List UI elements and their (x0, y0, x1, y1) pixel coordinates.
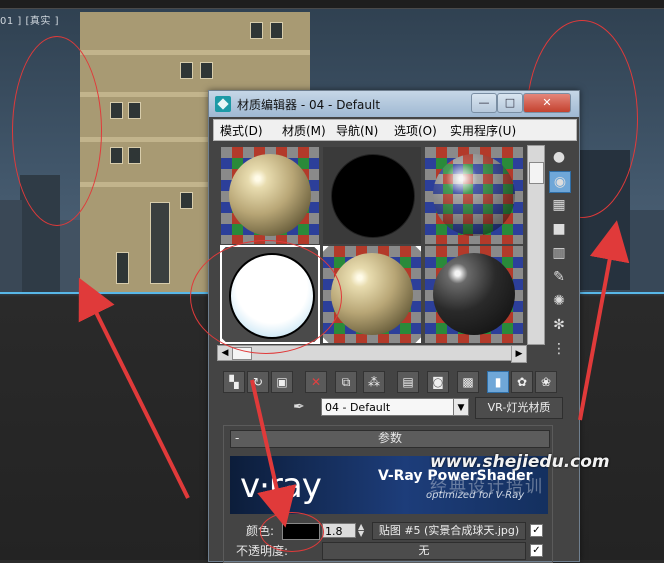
annotation-arrow (578, 220, 630, 421)
annotation-arrow (250, 379, 297, 528)
annotation-arrows (78, 220, 630, 528)
watermark-url: www.shejiedu.com (430, 452, 610, 472)
watermark-text: 经典设计培训 (430, 477, 544, 497)
annotation-arrow (78, 277, 190, 499)
